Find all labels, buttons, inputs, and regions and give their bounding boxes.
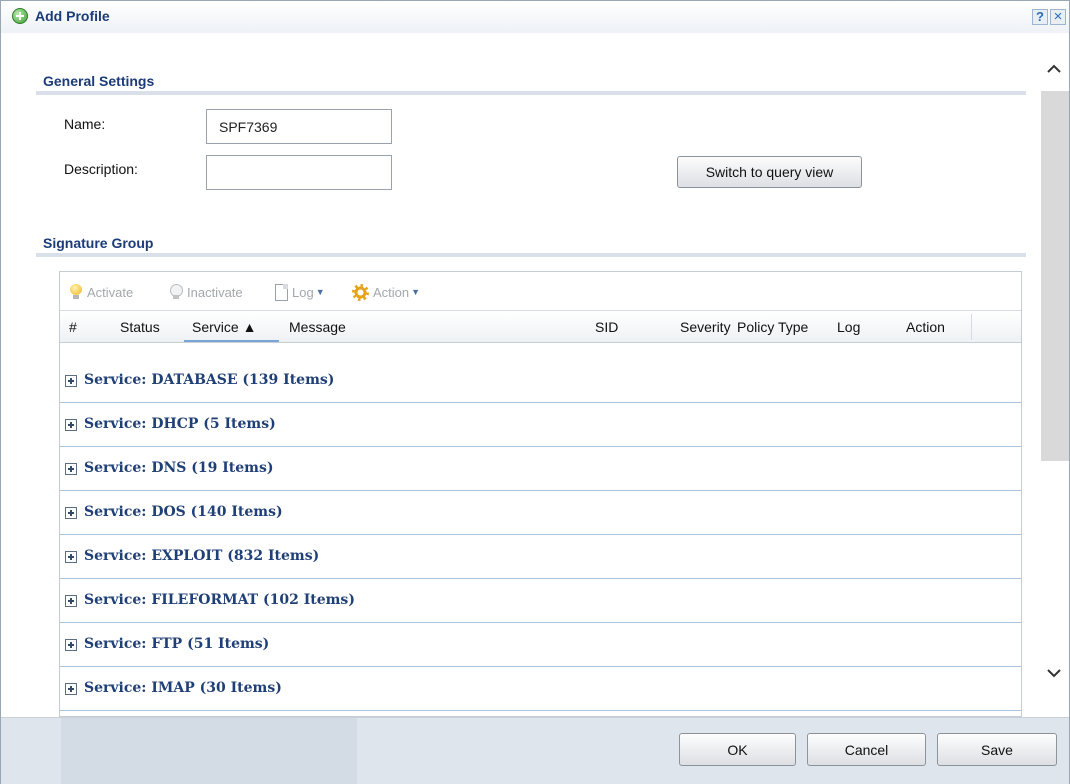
group-label: Service: DOS (140 Items) <box>84 504 283 520</box>
column-message[interactable]: Message <box>289 319 346 335</box>
column-sid[interactable]: SID <box>595 319 618 335</box>
column-service[interactable]: Service ▲ <box>192 319 256 335</box>
dialog-footer: OK Cancel Save <box>1 717 1069 784</box>
grid-header: # Status Service ▲ Message SID Severity … <box>60 310 1021 343</box>
log-label: Log <box>292 284 314 300</box>
expand-icon[interactable] <box>65 639 77 651</box>
description-label: Description: <box>64 161 138 177</box>
group-row-fileformat[interactable]: Service: FILEFORMAT (102 Items) <box>60 579 1021 623</box>
group-label: Service: DATABASE (139 Items) <box>84 372 335 388</box>
group-row-ftp[interactable]: Service: FTP (51 Items) <box>60 623 1021 667</box>
add-profile-dialog: Add Profile ? × General Settings Name: D… <box>0 0 1070 784</box>
gear-icon <box>352 283 369 301</box>
signature-grid: Activate Inactivate Log ▼ Action ▼ # Sta… <box>59 271 1022 717</box>
inactivate-label: Inactivate <box>187 284 243 300</box>
group-row-dns[interactable]: Service: DNS (19 Items) <box>60 447 1021 491</box>
chevron-down-icon: ▼ <box>411 287 421 297</box>
group-row-imap[interactable]: Service: IMAP (30 Items) <box>60 667 1021 711</box>
action-label: Action <box>373 284 410 300</box>
expand-icon[interactable] <box>65 375 77 387</box>
signature-group-title: Signature Group <box>43 235 154 251</box>
bulb-on-icon <box>69 284 83 300</box>
ok-button[interactable]: OK <box>679 733 796 766</box>
column-policy-type[interactable]: Policy Type <box>737 319 808 335</box>
add-profile-icon <box>12 8 28 24</box>
column-status[interactable]: Status <box>120 319 160 335</box>
dialog-title: Add Profile <box>35 8 110 24</box>
column-severity[interactable]: Severity <box>680 319 731 335</box>
close-icon[interactable]: × <box>1050 9 1066 25</box>
group-row-dhcp[interactable]: Service: DHCP (5 Items) <box>60 403 1021 447</box>
signature-group-divider <box>36 253 1026 257</box>
group-row-exploit[interactable]: Service: EXPLOIT (832 Items) <box>60 535 1021 579</box>
scroll-up-icon[interactable] <box>1046 61 1062 77</box>
group-label: Service: EXPLOIT (832 Items) <box>84 548 320 564</box>
general-settings-title: General Settings <box>43 73 155 89</box>
expand-icon[interactable] <box>65 463 77 475</box>
group-label: Service: IMAP (30 Items) <box>84 680 282 696</box>
scroll-thumb[interactable] <box>1041 91 1069 461</box>
column-log[interactable]: Log <box>837 319 860 335</box>
cancel-button[interactable]: Cancel <box>807 733 926 766</box>
expand-icon[interactable] <box>65 595 77 607</box>
grid-toolbar: Activate Inactivate Log ▼ Action ▼ <box>60 272 1021 310</box>
group-row-database[interactable]: Service: DATABASE (139 Items) <box>60 359 1021 403</box>
dialog-scrollbar[interactable] <box>1041 53 1069 713</box>
group-row-dos[interactable]: Service: DOS (140 Items) <box>60 491 1021 535</box>
group-label: Service: DHCP (5 Items) <box>84 416 276 432</box>
log-menu-button[interactable]: Log ▼ <box>275 283 325 301</box>
save-button[interactable]: Save <box>937 733 1057 766</box>
group-label: Service: DNS (19 Items) <box>84 460 274 476</box>
help-icon[interactable]: ? <box>1032 9 1048 25</box>
name-label: Name: <box>64 116 106 132</box>
inactivate-button[interactable]: Inactivate <box>169 283 243 301</box>
action-menu-button[interactable]: Action ▼ <box>352 283 420 301</box>
activate-button[interactable]: Activate <box>69 283 133 301</box>
activate-label: Activate <box>87 284 134 300</box>
group-label: Service: FTP (51 Items) <box>84 636 270 652</box>
column-number[interactable]: # <box>69 319 77 335</box>
description-field[interactable] <box>206 155 392 190</box>
chevron-down-icon: ▼ <box>315 287 325 297</box>
sort-indicator <box>184 340 279 342</box>
footer-background-panel <box>61 718 357 784</box>
scroll-down-icon[interactable] <box>1046 665 1062 681</box>
group-label: Service: FILEFORMAT (102 Items) <box>84 592 355 608</box>
expand-icon[interactable] <box>65 551 77 563</box>
dialog-titlebar: Add Profile ? × <box>1 1 1069 33</box>
expand-icon[interactable] <box>65 683 77 695</box>
expand-icon[interactable] <box>65 419 77 431</box>
bulb-off-icon <box>169 284 183 300</box>
document-icon <box>275 283 288 301</box>
column-separator <box>971 314 972 340</box>
column-action[interactable]: Action <box>906 319 945 335</box>
general-settings-divider <box>36 91 1026 95</box>
expand-icon[interactable] <box>65 507 77 519</box>
switch-to-query-view-button[interactable]: Switch to query view <box>677 156 862 188</box>
name-field[interactable] <box>206 109 392 144</box>
